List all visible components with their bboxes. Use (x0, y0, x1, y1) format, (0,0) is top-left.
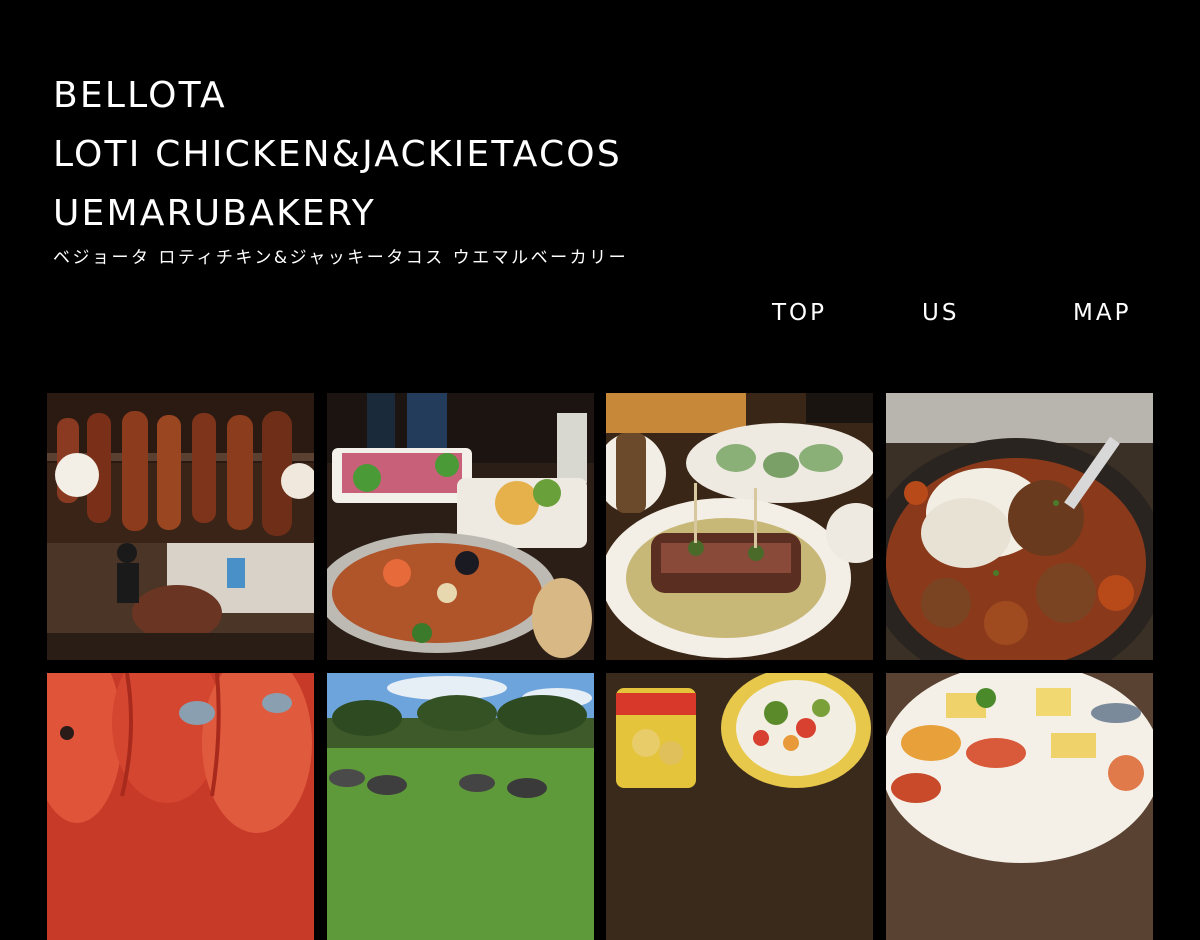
nav-link-top[interactable]: TOP (772, 300, 827, 326)
red-prawns-image (47, 673, 314, 940)
gallery-photo-steak-skewers[interactable] (606, 393, 873, 660)
brand-name-loti-chicken[interactable]: LOTI CHICKEN&JACKIETACOS (53, 125, 628, 184)
steak-skewers-image (606, 393, 873, 660)
gallery-photo-meatball-cheese[interactable] (886, 393, 1153, 660)
gallery-photo-tapas-platter[interactable] (886, 673, 1153, 940)
gallery-photo-pasture-pigs[interactable] (327, 673, 594, 940)
main-nav: TOP US MAP (0, 300, 1200, 334)
pasture-pigs-image (327, 673, 594, 940)
jamon-shop-image (47, 393, 314, 660)
brand-name-uemaru-bakery[interactable]: UEMARUBAKERY (53, 184, 628, 243)
gallery-photo-red-prawns[interactable] (47, 673, 314, 940)
nav-link-map[interactable]: MAP (1073, 300, 1131, 326)
gallery-photo-tomato-can-salad[interactable] (606, 673, 873, 940)
brand-block: BELLOTA LOTI CHICKEN&JACKIETACOS UEMARUB… (53, 66, 628, 268)
paella-table-image (327, 393, 594, 660)
tomato-can-salad-image (606, 673, 873, 940)
gallery-photo-paella-table[interactable] (327, 393, 594, 660)
nav-link-us[interactable]: US (922, 300, 959, 326)
tapas-platter-image (886, 673, 1153, 940)
meatball-cheese-image (886, 393, 1153, 660)
gallery-photo-jamon-shop[interactable] (47, 393, 314, 660)
brand-kana-subtitle: ベジョータ ロティチキン&ジャッキータコス ウエマルベーカリー (53, 248, 629, 268)
brand-name-bellota[interactable]: BELLOTA (53, 66, 628, 125)
